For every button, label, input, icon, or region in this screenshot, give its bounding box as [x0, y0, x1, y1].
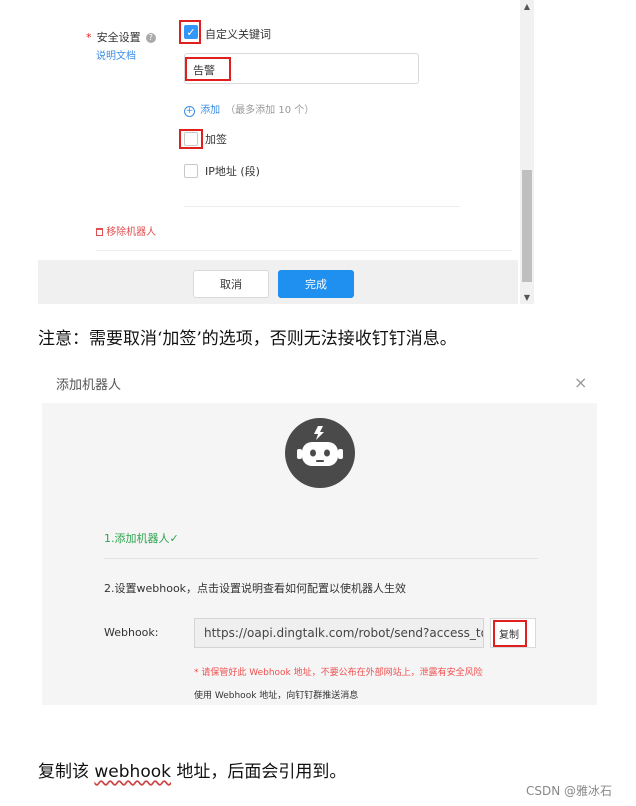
sign-label: 加签: [205, 133, 227, 146]
plus-circle-icon: +: [184, 106, 195, 117]
robot-settings-panel: [38, 0, 534, 304]
close-icon[interactable]: ×: [574, 373, 587, 392]
docs-link[interactable]: 说明文档: [96, 47, 136, 62]
remove-robot-label: 移除机器人: [106, 227, 157, 238]
required-mark: *: [86, 31, 92, 44]
note-webhook-word: webhook: [94, 762, 171, 782]
question-circle-icon[interactable]: ?: [145, 33, 156, 43]
ip-label: IP地址 (段): [205, 165, 260, 178]
step-add-robot: 1.添加机器人✓: [104, 532, 179, 545]
note-prefix: 复制该: [38, 762, 95, 782]
webhook-input[interactable]: https://oapi.dingtalk.com/robot/send?acc…: [194, 618, 484, 648]
security-settings-row: * 安全设置 ?: [86, 26, 156, 45]
security-settings-label: 安全设置: [96, 31, 141, 44]
add-label: 添加: [200, 105, 221, 116]
security-warning: * 请保管好此 Webhook 地址，不要公布在外部网站上，泄露有安全风险: [194, 668, 483, 678]
add-limit-text: （最多添加 10 个）: [225, 105, 315, 116]
finish-button[interactable]: 完成: [278, 270, 354, 298]
custom-keyword-label: 自定义关键词: [205, 28, 271, 41]
usage-hint: 使用 Webhook 地址，向钉钉群推送消息: [194, 691, 359, 701]
dialog-title: 添加机器人: [56, 378, 122, 393]
cancel-button[interactable]: 取消: [193, 270, 269, 298]
step-set-webhook: 2.设置webhook，点击设置说明查看如何配置以使机器人生效: [104, 582, 407, 595]
custom-keyword-checkbox[interactable]: ✓: [184, 25, 198, 39]
webhook-label: Webhook:: [104, 626, 159, 639]
scroll-down-icon[interactable]: ▼: [520, 293, 534, 302]
trash-icon: [96, 228, 103, 236]
ip-checkbox[interactable]: [184, 164, 198, 178]
divider: [184, 206, 460, 207]
scroll-up-icon[interactable]: ▲: [520, 2, 534, 11]
keyword-value: 告警: [193, 64, 215, 77]
note-suffix: 地址，后面会引用到。: [170, 762, 347, 782]
add-keyword-button[interactable]: + 添加 （最多添加 10 个）: [184, 98, 314, 117]
watermark: CSDN @雅冰石: [526, 784, 613, 798]
divider: [96, 250, 512, 251]
note-copy-webhook: 复制该 webhook 地址，后面会引用到。: [38, 757, 346, 782]
remove-robot-button[interactable]: 移除机器人: [96, 223, 156, 238]
divider: [104, 558, 538, 559]
robot-icon: [285, 418, 355, 488]
scroll-thumb[interactable]: [522, 170, 532, 282]
copy-button-label: 复制: [499, 630, 519, 641]
note-uncheck-sign: 注意：需要取消‘加签’的选项，否则无法接收钉钉消息。: [38, 329, 457, 349]
sign-checkbox[interactable]: [184, 132, 198, 146]
